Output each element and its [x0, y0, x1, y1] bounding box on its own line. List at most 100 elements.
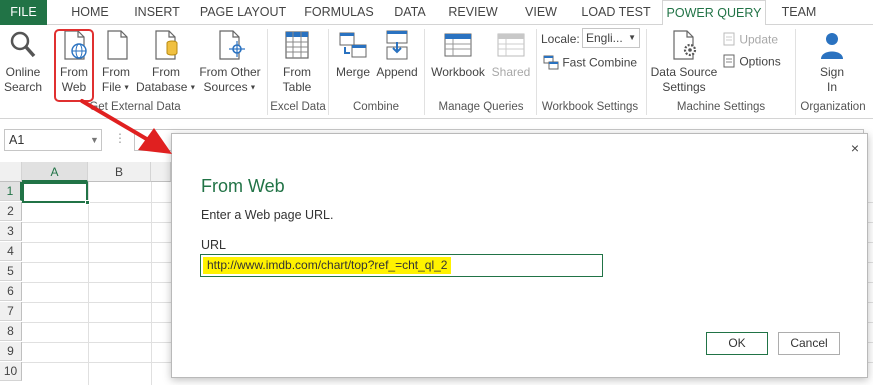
online-search-button[interactable]: Online Search [2, 29, 44, 95]
from-table-label-1: From [283, 65, 311, 79]
from-file-label-2: File [101, 80, 122, 94]
group-label-combine: Combine [352, 101, 400, 113]
dialog-title: From Web [201, 176, 285, 196]
group-label-get-external-data: Get External Data [89, 101, 181, 113]
sign-in-label-1: Sign [819, 65, 845, 79]
tab-load-test[interactable]: LOAD TEST [576, 0, 656, 25]
row-header-1[interactable]: 1 [0, 182, 22, 201]
shared-button[interactable]: Shared [489, 29, 533, 80]
url-input-value: http://www.imdb.com/chart/top?ref_=cht_q… [203, 257, 452, 274]
cancel-button[interactable]: Cancel [778, 332, 840, 355]
close-icon[interactable]: × [851, 140, 859, 156]
from-other-label-2: Sources [203, 80, 248, 94]
url-input[interactable]: http://www.imdb.com/chart/top?ref_=cht_q… [200, 254, 603, 277]
dropdown-caret-icon: ▼ [121, 84, 131, 92]
locale-dropdown[interactable]: Engli... ▼ [582, 28, 640, 48]
select-all-corner[interactable] [0, 162, 22, 182]
online-search-label-2: Search [3, 80, 43, 94]
from-web-dialog: × From Web Enter a Web page URL. URL htt… [171, 133, 868, 378]
database-icon [150, 29, 182, 61]
chevron-down-icon[interactable]: ▼ [90, 129, 99, 151]
tab-formulas[interactable]: FORMULAS [300, 0, 378, 25]
data-source-label-1: Data Source [650, 65, 718, 79]
tab-page-layout[interactable]: PAGE LAYOUT [194, 0, 292, 25]
grid-line [88, 182, 89, 385]
user-icon [816, 29, 848, 61]
fast-combine-label: Fast Combine [562, 55, 638, 70]
ok-button[interactable]: OK [706, 332, 768, 355]
from-table-label-2: Table [282, 80, 312, 94]
tab-review[interactable]: REVIEW [440, 0, 506, 25]
column-header-b[interactable]: B [88, 162, 151, 182]
row-header-6[interactable]: 6 [0, 282, 22, 301]
row-header-4[interactable]: 4 [0, 242, 22, 261]
dropdown-caret-icon: ▼ [187, 84, 197, 92]
ribbon-tab-bar: FILE HOME INSERT PAGE LAYOUT FORMULAS DA… [0, 0, 873, 26]
column-header[interactable] [151, 162, 171, 182]
row-header-3[interactable]: 3 [0, 222, 22, 241]
options-icon [722, 54, 736, 71]
from-other-label-1: From Other [199, 65, 261, 79]
group-label-organization: Organization [800, 101, 866, 113]
row-header-7[interactable]: 7 [0, 302, 22, 321]
fast-combine-icon [543, 54, 559, 73]
merge-button[interactable]: Merge [334, 29, 372, 80]
from-file-button[interactable]: From File ▼ [97, 29, 135, 95]
tab-data[interactable]: DATA [388, 0, 432, 25]
from-database-button[interactable]: From Database ▼ [136, 29, 196, 95]
group-label-machine-settings: Machine Settings [676, 101, 766, 113]
update-button[interactable]: Update [722, 32, 778, 49]
dropdown-caret-icon: ▼ [247, 84, 257, 92]
from-database-label-2: Database [136, 80, 188, 94]
dialog-prompt: Enter a Web page URL. [201, 208, 334, 222]
ribbon: Online Search From Web From File ▼ From … [0, 25, 873, 119]
data-source-gear-icon [668, 29, 700, 61]
formula-bar-grip: ⋮ [114, 131, 126, 145]
grid-line [151, 182, 152, 385]
name-box[interactable]: A1 [4, 129, 102, 151]
chevron-down-icon: ▼ [628, 33, 636, 42]
online-search-label-1: Online [5, 65, 41, 79]
shared-queries-icon [495, 29, 527, 61]
tab-team[interactable]: TEAM [772, 0, 826, 25]
shared-label: Shared [491, 65, 531, 79]
row-header-5[interactable]: 5 [0, 262, 22, 281]
row-header-9[interactable]: 9 [0, 342, 22, 361]
tab-power-query[interactable]: POWER QUERY [662, 0, 766, 26]
group-divider [424, 29, 425, 115]
locale-value: Engli... [586, 31, 623, 45]
data-source-settings-button[interactable]: Data Source Settings [650, 29, 718, 95]
workbook-button[interactable]: Workbook [429, 29, 487, 80]
active-cell-a1[interactable] [22, 182, 88, 203]
options-label: Options [739, 54, 781, 69]
group-label-workbook-settings: Workbook Settings [541, 101, 639, 113]
search-icon [7, 29, 39, 61]
append-label: Append [376, 65, 418, 79]
options-button[interactable]: Options [722, 54, 781, 71]
workbook-label: Workbook [431, 65, 485, 79]
from-other-sources-button[interactable]: From Other Sources ▼ [198, 29, 262, 95]
append-button[interactable]: Append [374, 29, 420, 80]
update-label: Update [739, 32, 779, 47]
fill-handle[interactable] [85, 200, 90, 205]
sign-in-button[interactable]: Sign In [810, 29, 854, 95]
from-database-label-1: From [152, 65, 180, 79]
merge-icon [337, 29, 369, 61]
from-web-highlight-box [54, 29, 94, 102]
tab-file[interactable]: FILE [0, 0, 47, 25]
row-header-8[interactable]: 8 [0, 322, 22, 341]
file-icon [100, 29, 132, 61]
fast-combine-button[interactable]: Fast Combine [543, 54, 637, 73]
merge-label: Merge [335, 65, 370, 79]
row-header-10[interactable]: 10 [0, 362, 22, 381]
row-header-2[interactable]: 2 [0, 202, 22, 221]
data-source-label-2: Settings [662, 80, 706, 94]
locale-label: Locale: [541, 32, 580, 46]
tab-home[interactable]: HOME [60, 0, 120, 25]
column-header-a[interactable]: A [22, 162, 88, 182]
from-table-button[interactable]: From Table [276, 29, 318, 95]
group-divider [328, 29, 329, 115]
tab-insert[interactable]: INSERT [128, 0, 186, 25]
tab-view[interactable]: VIEW [516, 0, 566, 25]
group-label-manage-queries: Manage Queries [438, 101, 524, 113]
